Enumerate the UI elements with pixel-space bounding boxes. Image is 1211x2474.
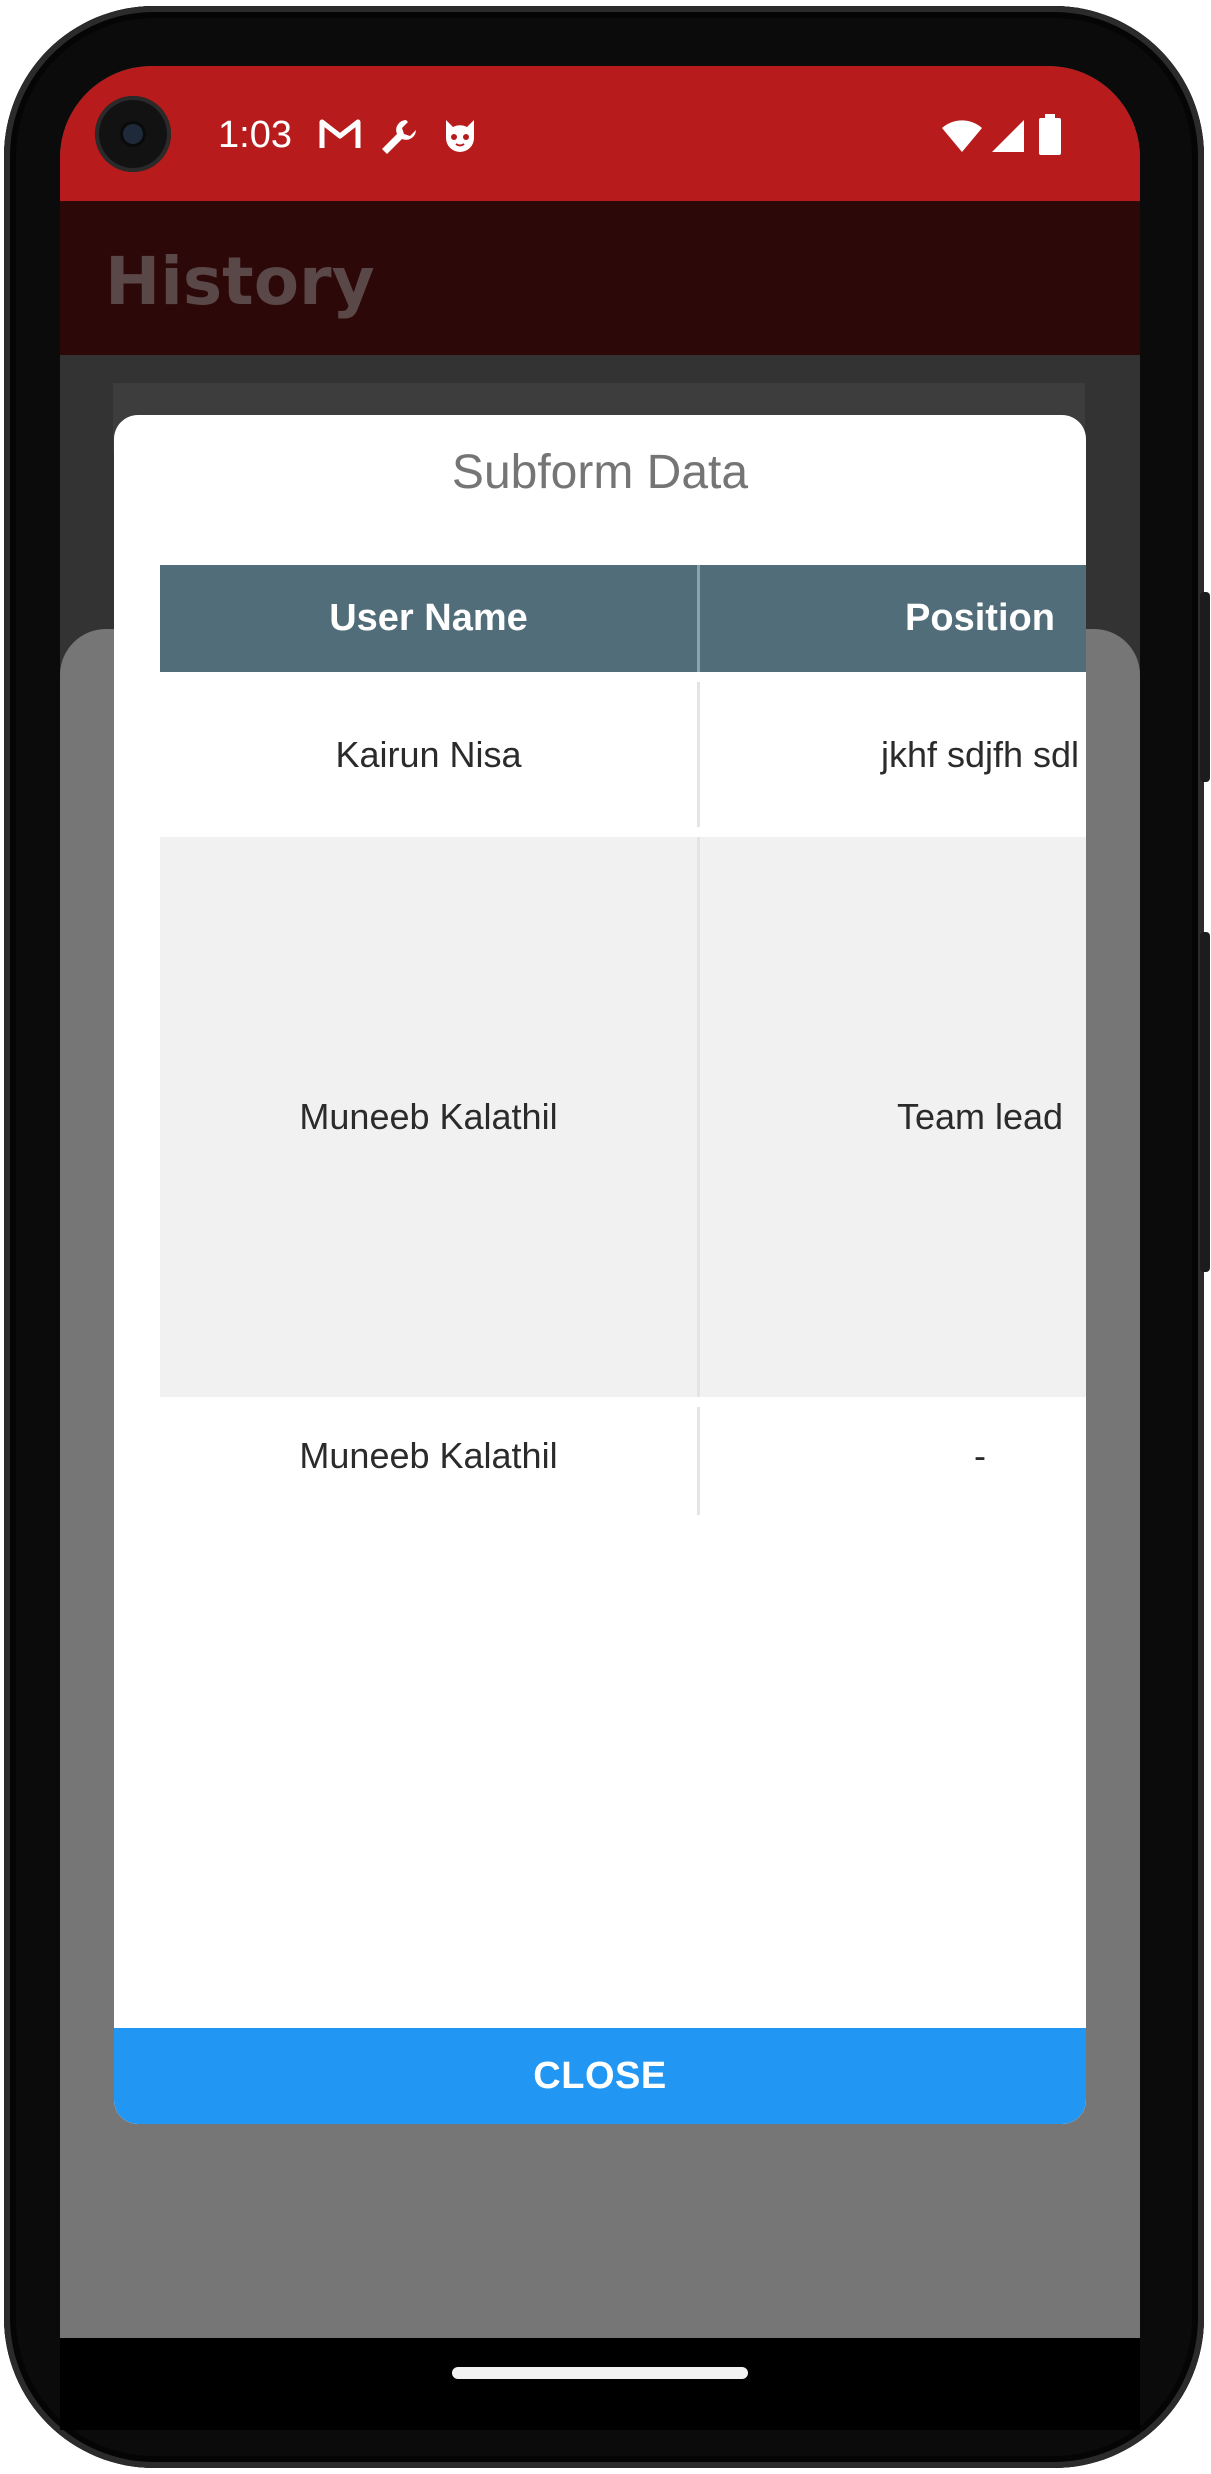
table-row[interactable]: Muneeb Kalathil Team lead bbox=[160, 837, 1086, 1397]
app-bar: History bbox=[60, 201, 1140, 355]
cat-face-icon bbox=[440, 116, 480, 161]
cell-user-name: Kairun Nisa bbox=[335, 733, 522, 775]
table-header: User Name Position bbox=[160, 565, 1086, 672]
volume-button bbox=[1200, 932, 1210, 1272]
close-button[interactable]: CLOSE bbox=[114, 2028, 1086, 2124]
column-header-user-name: User Name bbox=[329, 597, 528, 639]
cell-user-name: Muneeb Kalathil bbox=[299, 1096, 558, 1137]
table-row[interactable]: Muneeb Kalathil - bbox=[160, 1397, 1086, 1515]
wrench-icon bbox=[378, 116, 420, 163]
dialog-title: Subform Data bbox=[451, 446, 749, 499]
screen: 1:03 History Subform Data User Name Posi… bbox=[60, 66, 1140, 2338]
subform-dialog: Subform Data User Name Position Kairun N… bbox=[114, 415, 1086, 2124]
gmail-icon bbox=[318, 116, 362, 157]
power-button bbox=[1200, 592, 1210, 782]
navigation-bar bbox=[60, 2338, 1140, 2430]
front-camera bbox=[95, 96, 171, 172]
cell-position: Team lead bbox=[896, 1096, 1064, 1137]
cell-user-name: Muneeb Kalathil bbox=[299, 1435, 558, 1476]
cell-signal-icon bbox=[988, 118, 1028, 159]
table-row[interactable]: Kairun Nisa jkhf sdjfh sdl bbox=[160, 672, 1086, 837]
cell-position: - bbox=[974, 1435, 986, 1476]
cell-position: jkhf sdjfh sdl bbox=[880, 733, 1080, 775]
battery-icon bbox=[1038, 114, 1062, 161]
status-bar: 1:03 bbox=[60, 66, 1140, 201]
status-time: 1:03 bbox=[218, 114, 292, 156]
wifi-icon bbox=[940, 118, 984, 159]
subform-table[interactable]: User Name Position Kairun Nisa jkhf sdjf… bbox=[160, 565, 1086, 1515]
page-title: History bbox=[105, 243, 375, 320]
home-indicator[interactable] bbox=[452, 2367, 748, 2379]
column-header-position: Position bbox=[905, 597, 1055, 639]
